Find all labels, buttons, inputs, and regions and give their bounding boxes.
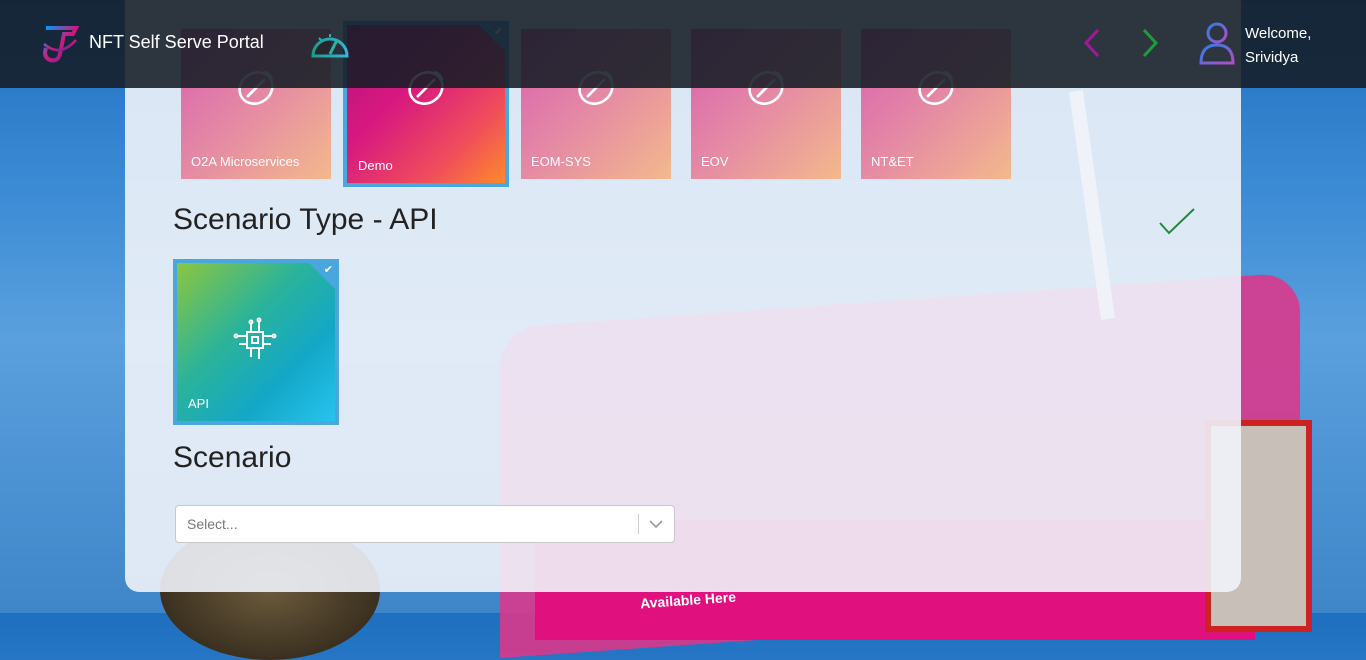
tile-label: O2A Microservices bbox=[191, 154, 300, 169]
tile-label: EOV bbox=[701, 154, 729, 169]
tile-label: API bbox=[188, 396, 209, 411]
scenario-select[interactable]: Select... bbox=[175, 505, 675, 543]
top-navigation-bar: NFT Self Serve Portal Welcome, Srividya bbox=[0, 0, 1366, 88]
scenario-title: Scenario bbox=[173, 441, 292, 474]
welcome-greeting: Welcome, bbox=[1245, 25, 1312, 42]
chevron-left-icon[interactable] bbox=[1078, 26, 1106, 60]
chip-circuit-icon bbox=[233, 317, 277, 359]
speed-gauge-icon[interactable] bbox=[309, 26, 351, 60]
check-icon: ✔ bbox=[323, 264, 333, 276]
user-icon[interactable] bbox=[1198, 21, 1236, 65]
scenario-type-title: Scenario Type - API bbox=[173, 203, 438, 236]
scenario-type-tile-api[interactable]: ✔ API bbox=[173, 259, 339, 425]
select-placeholder: Select... bbox=[187, 516, 238, 532]
tile-label: NT&ET bbox=[871, 154, 914, 169]
chevron-down-icon[interactable] bbox=[648, 517, 664, 531]
telstra-logo-icon[interactable] bbox=[40, 22, 80, 64]
tile-label: EOM-SYS bbox=[531, 154, 591, 169]
user-name: Srividya bbox=[1245, 49, 1299, 66]
select-separator bbox=[638, 514, 639, 534]
welcome-message: Welcome, Srividya bbox=[1245, 22, 1311, 70]
tile-label: Demo bbox=[358, 158, 393, 173]
check-icon bbox=[1159, 208, 1195, 235]
chevron-right-icon[interactable] bbox=[1136, 26, 1164, 60]
portal-title: NFT Self Serve Portal bbox=[89, 32, 264, 52]
